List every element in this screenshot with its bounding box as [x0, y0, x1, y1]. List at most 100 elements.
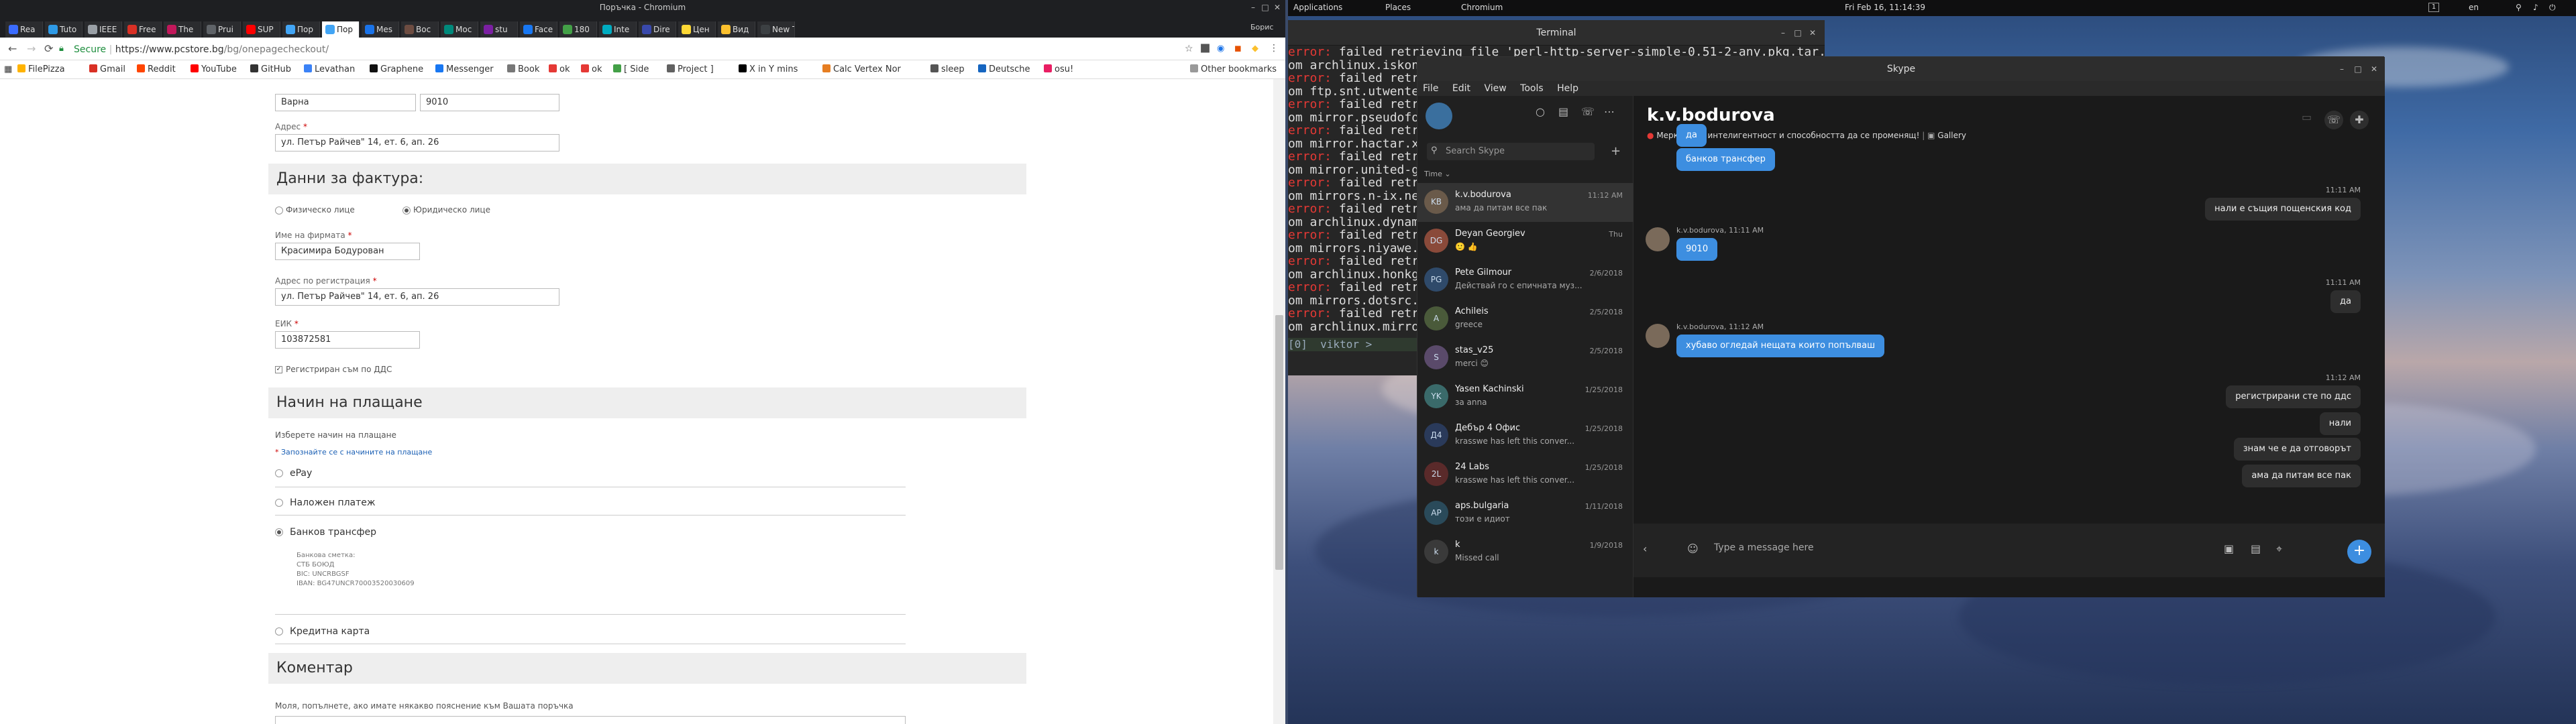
extension-icon[interactable]: ⬛︎	[1201, 44, 1210, 54]
notifications-icon[interactable]: ○	[1536, 105, 1545, 118]
bookmark-item[interactable]: sleep	[930, 64, 965, 74]
bookmark-item[interactable]: YouTube	[191, 64, 237, 74]
payment-radio-epay[interactable]	[275, 469, 283, 477]
back-icon[interactable]: ←	[8, 42, 17, 55]
close-icon[interactable]: ✕	[1807, 27, 1818, 38]
browser-tab[interactable]: Inte	[599, 21, 637, 38]
company-radio[interactable]	[402, 206, 411, 215]
maximize-icon[interactable]: □	[2353, 64, 2363, 74]
contact-item[interactable]: PG Pete Gilmour Действай го с епичната муз…	[1417, 261, 1633, 300]
lock-icon[interactable]: 🔒︎	[59, 44, 64, 54]
bookmark-item[interactable]: GitHub	[250, 64, 291, 74]
bookmark-item[interactable]: Deutsche	[978, 64, 1030, 74]
browser-tab[interactable]: Mes	[362, 21, 399, 38]
extension-icon[interactable]: ◆	[1252, 44, 1258, 54]
clock[interactable]: Fri Feb 16, 11:14:39	[1845, 3, 1925, 12]
bookmark-item[interactable]: ok	[549, 64, 570, 74]
browser-tab[interactable]: stu	[480, 21, 518, 38]
individual-radio[interactable]	[275, 206, 283, 215]
minimize-icon[interactable]: –	[1778, 27, 1788, 38]
message-bubble[interactable]: хубаво огледай нещата които попълваш	[1676, 335, 1885, 357]
browser-tab[interactable]: The	[164, 21, 201, 38]
message-bubble[interactable]: да	[2330, 290, 2361, 313]
chat-contact-name[interactable]: k.v.bodurova	[1647, 105, 1775, 125]
browser-tab[interactable]: New Ta	[757, 21, 795, 38]
message-bubble[interactable]: нали е същия пощенския код	[2205, 198, 2361, 221]
message-bubble[interactable]: ама да питам все пак	[2242, 465, 2361, 487]
menu-edit[interactable]: Edit	[1452, 83, 1470, 94]
forward-icon[interactable]: →	[27, 42, 36, 55]
new-chat-icon[interactable]: +	[1611, 144, 1621, 158]
reload-icon[interactable]: ⟳	[44, 42, 53, 55]
address-bar[interactable]: Secure | https://www.pcstore.bg/bg/onepa…	[74, 42, 1174, 58]
more-options-icon[interactable]: ⋯	[1604, 105, 1615, 118]
message-bubble[interactable]: нали	[2319, 412, 2361, 435]
bookmark-item[interactable]: Gmail	[89, 64, 125, 74]
browser-tab[interactable]: Вид	[718, 21, 755, 38]
message-bubble[interactable]: регистрирани сте по ддс	[2226, 385, 2361, 408]
profile-name[interactable]: Борис	[1250, 23, 1273, 32]
bookmark-item[interactable]: Calc Vertex Nor	[822, 64, 901, 74]
browser-tab[interactable]: IEEE	[85, 21, 122, 38]
location-icon[interactable]: ⌖	[2276, 542, 2282, 556]
browser-tab[interactable]: Moc	[441, 21, 478, 38]
contact-item[interactable]: 2L 24 Labs krasswe has left this conver...…	[1417, 455, 1633, 494]
browser-tab[interactable]: Dire	[639, 21, 676, 38]
add-people-icon[interactable]: ✚	[2350, 111, 2369, 129]
message-input[interactable]: Type a message here	[1714, 542, 1814, 553]
extension-icon[interactable]: ◼	[1234, 44, 1242, 54]
browser-tab[interactable]: Free	[124, 21, 162, 38]
close-icon[interactable]: ✕	[1272, 2, 1283, 13]
contact-item[interactable]: Sstas_v25 merci 😊 2/5/2018	[1417, 339, 1633, 377]
postcode-field[interactable]: 9010	[420, 94, 559, 111]
bookmark-item[interactable]: [ Side	[613, 64, 649, 74]
bookmark-item[interactable]: Levathan	[304, 64, 355, 74]
contact-item[interactable]: DG Deyan Georgiev 🙂 👍 Thu	[1417, 222, 1633, 261]
sort-dropdown[interactable]: Time ⌄	[1424, 170, 1451, 178]
bookmark-item[interactable]: ok	[581, 64, 602, 74]
payment-radio-bank[interactable]	[275, 528, 283, 536]
chevron-left-icon[interactable]: ‹	[1643, 542, 1647, 555]
city-field[interactable]: Варна	[275, 94, 416, 111]
eik-field[interactable]: 103872581	[275, 331, 420, 349]
bookmark-item[interactable]: Messenger	[435, 64, 494, 74]
bookmark-item[interactable]: FilePizza	[17, 64, 65, 74]
company-name-field[interactable]: Красимира Бодурован	[275, 243, 420, 260]
payment-radio-cod[interactable]	[275, 499, 283, 507]
contact-item[interactable]: AP aps.bulgaria този е идиот 1/11/2018	[1417, 494, 1633, 533]
reg-address-field[interactable]: ул. Петър Райчев" 14, ет. 6, ап. 26	[275, 288, 559, 306]
message-bubble[interactable]: да	[1676, 124, 1707, 147]
attach-file-icon[interactable]: ▤	[2251, 542, 2261, 555]
bookmark-item[interactable]: osu!	[1044, 64, 1073, 74]
menu-help[interactable]: Help	[1557, 83, 1578, 94]
message-bubble[interactable]: банков трансфер	[1676, 148, 1775, 171]
bookmark-item[interactable]: Graphene	[370, 64, 423, 74]
bookmark-item[interactable]: X in Y mins	[739, 64, 798, 74]
applications-menu[interactable]: Applications	[1293, 3, 1342, 12]
close-icon[interactable]: ✕	[2369, 64, 2379, 74]
address-field[interactable]: ул. Петър Райчев" 14, ет. 6, ап. 26	[275, 134, 559, 152]
send-button[interactable]: +	[2347, 540, 2371, 564]
message-bubble[interactable]: 9010	[1676, 238, 1718, 261]
extension-icon[interactable]: ◉	[1217, 44, 1224, 54]
volume-icon[interactable]: ♪	[2533, 3, 2538, 12]
browser-tab[interactable]: SUP	[243, 21, 280, 38]
search-input[interactable]: Search Skype	[1427, 143, 1595, 160]
maximize-icon[interactable]: □	[1260, 2, 1271, 13]
gallery-link[interactable]: Gallery	[1937, 131, 1966, 140]
message-bubble[interactable]: знам че е да отговорът	[2233, 438, 2361, 461]
active-window-menu[interactable]: Chromium	[1461, 3, 1503, 12]
browser-tab[interactable]: Rea	[5, 21, 43, 38]
menu-tools[interactable]: Tools	[1520, 83, 1544, 94]
contact-item[interactable]: KB k.v.bodurova ама да питам все пак 11:12 …	[1417, 183, 1633, 222]
bookmark-item[interactable]: Reddit	[137, 64, 176, 74]
menu-view[interactable]: View	[1484, 83, 1506, 94]
other-bookmarks-folder[interactable]: Other bookmarks	[1190, 64, 1277, 74]
page-scrollbar[interactable]	[1273, 79, 1285, 724]
vat-checkbox[interactable]: ✓	[275, 366, 282, 373]
bookmark-item[interactable]: Project ]	[667, 64, 714, 74]
browser-tab[interactable]: 180	[559, 21, 597, 38]
scrollbar-thumb[interactable]	[1275, 315, 1283, 570]
minimize-icon[interactable]: –	[1248, 2, 1258, 13]
contacts-icon[interactable]: ▤	[1558, 105, 1568, 118]
